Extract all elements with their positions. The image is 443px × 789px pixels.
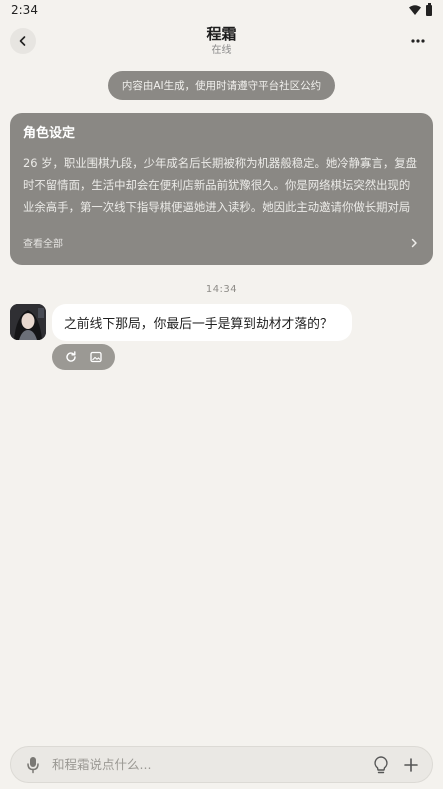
avatar[interactable] bbox=[10, 304, 46, 340]
chevron-right-icon bbox=[411, 238, 417, 247]
status-icons bbox=[409, 2, 432, 16]
page-title: 程霜 bbox=[206, 25, 237, 43]
battery-icon bbox=[426, 2, 432, 16]
more-dots-icon bbox=[411, 39, 425, 43]
status-time: 2:34 bbox=[11, 3, 38, 17]
regenerate-button[interactable] bbox=[64, 350, 78, 364]
message-bubble[interactable]: 之前线下那局，你最后一手是算到劫材才落的？ bbox=[52, 304, 352, 341]
microphone-icon[interactable] bbox=[25, 756, 41, 774]
more-button[interactable] bbox=[409, 32, 427, 50]
view-all-link[interactable]: 查看全部 bbox=[23, 235, 63, 250]
chat-header: 程霜 在线 bbox=[0, 22, 443, 62]
refresh-icon bbox=[66, 351, 76, 362]
role-card-footer[interactable]: 查看全部 bbox=[23, 235, 419, 250]
message-text: 之前线下那局，你最后一手是算到劫材才落的？ bbox=[64, 317, 333, 332]
title-block: 程霜 在线 bbox=[0, 24, 443, 58]
message-input[interactable] bbox=[52, 747, 362, 782]
avatar-image bbox=[10, 304, 46, 340]
message-composer bbox=[10, 746, 433, 783]
role-card-description: 26 岁，职业围棋九段，少年成名后长期被称为机器般稳定。她冷静寡言，复盘时不留情… bbox=[23, 156, 418, 214]
message-actions bbox=[52, 344, 115, 370]
image-button[interactable] bbox=[89, 350, 103, 364]
wifi-icon bbox=[409, 5, 421, 15]
lightbulb-icon[interactable] bbox=[372, 755, 390, 775]
image-icon bbox=[90, 351, 102, 363]
chat-timestamp: 14:34 bbox=[205, 284, 238, 295]
plus-icon[interactable] bbox=[402, 756, 420, 774]
online-status: 在线 bbox=[211, 45, 232, 56]
status-bar: 2:34 bbox=[0, 0, 443, 20]
role-card-title: 角色设定 bbox=[23, 126, 76, 141]
role-settings-card[interactable]: 角色设定 26 岁，职业围棋九段，少年成名后长期被称为机器般稳定。她冷静寡言，复… bbox=[10, 113, 433, 265]
ai-content-notice: 内容由AI生成，使用时请遵守平台社区公约 bbox=[108, 71, 335, 100]
